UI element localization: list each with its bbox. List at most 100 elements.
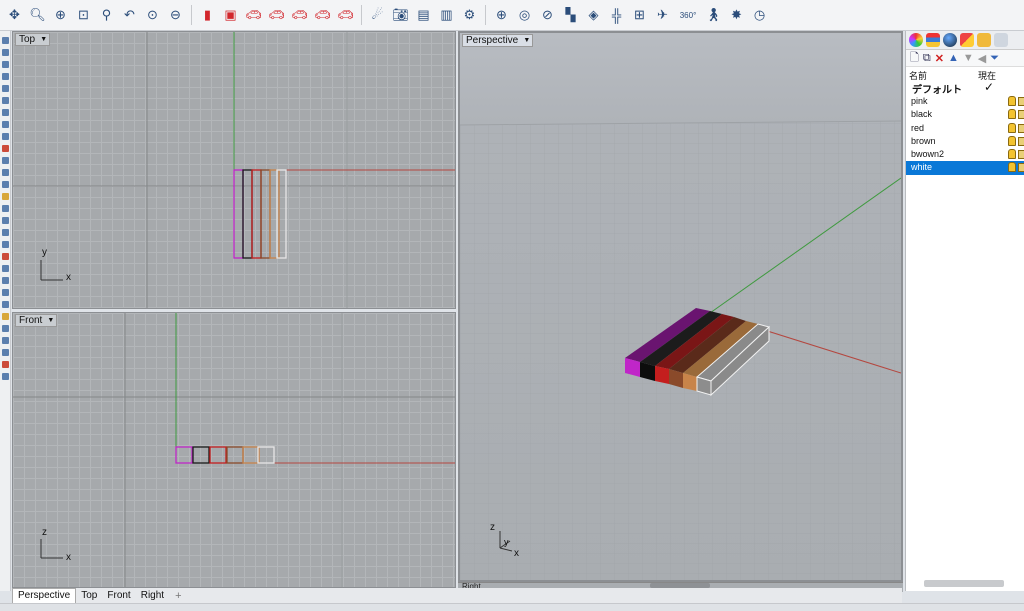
red-bar[interactable] <box>655 366 669 384</box>
brown2-bar[interactable] <box>242 446 260 464</box>
polyline-tool-icon[interactable] <box>1 61 9 68</box>
red-bar[interactable] <box>209 446 227 464</box>
materials-tab-icon[interactable] <box>943 33 957 47</box>
arc-tool-icon[interactable] <box>1 97 9 104</box>
lightbulb-icon[interactable] <box>1008 135 1016 146</box>
car-render-icon-4[interactable]: 🚗︎ <box>289 5 310 26</box>
scale-tool-icon[interactable] <box>1 301 9 308</box>
clock-icon[interactable]: ◷ <box>749 5 770 26</box>
lightbulb-icon[interactable] <box>1008 109 1016 120</box>
tab-top[interactable]: Top <box>76 589 102 603</box>
pink-bar[interactable] <box>175 446 193 464</box>
panel-scrollbar[interactable] <box>924 580 1004 587</box>
camera-icon[interactable]: 📷︎ <box>390 5 411 26</box>
ellipse-tool-icon[interactable] <box>1 109 9 116</box>
save-view-icon[interactable]: ▤ <box>413 5 434 26</box>
cplane-icon[interactable]: ◈ <box>583 5 604 26</box>
layer-row-bwown2[interactable]: bwown2 <box>906 148 1024 161</box>
mirror-tool-icon[interactable] <box>1 313 9 320</box>
chevron-down-icon[interactable]: ▼ <box>47 315 54 326</box>
layer-row-red[interactable]: red <box>906 122 1024 135</box>
rectangle-tool-icon[interactable] <box>1 121 9 128</box>
car-render-icon-1[interactable]: ▣ <box>220 5 241 26</box>
tab-front[interactable]: Front <box>102 589 135 603</box>
surface-tool-icon[interactable] <box>1 145 9 152</box>
zoom-icon[interactable]: 🔍︎ <box>27 5 48 26</box>
folder-tab-icon[interactable] <box>977 33 991 47</box>
zoom-dynamic-icon[interactable]: ⊙ <box>142 5 163 26</box>
lock-icon[interactable] <box>1018 150 1024 160</box>
lock-icon[interactable] <box>1018 163 1024 173</box>
layer-default[interactable]: デフォルト ✓ <box>906 80 1024 96</box>
render-tool-icon[interactable] <box>1 373 9 380</box>
move-down-icon[interactable]: ▼ <box>963 52 974 64</box>
lock-icon[interactable] <box>1018 110 1024 120</box>
curve-tool-icon[interactable] <box>1 73 9 80</box>
walkabout-icon[interactable]: ⊞ <box>629 5 650 26</box>
brown-bar[interactable] <box>226 446 244 464</box>
rotate-tool-icon[interactable] <box>1 289 9 296</box>
target-icon[interactable]: ⊕ <box>491 5 512 26</box>
solid-tool-icon[interactable] <box>1 169 9 176</box>
lightbulb-icon[interactable] <box>1008 149 1016 160</box>
focus-icon[interactable]: ◎ <box>514 5 535 26</box>
viewport-label-perspective[interactable]: Perspective ▼ <box>462 34 534 47</box>
rotate-360-icon[interactable]: 360° <box>675 5 701 26</box>
zoom-extents-icon[interactable]: ⊡ <box>73 5 94 26</box>
layer-row-brown[interactable]: brown <box>906 135 1024 148</box>
red-bar[interactable] <box>251 169 262 259</box>
new-sublayer-icon[interactable]: ⧉ <box>923 52 931 65</box>
add-tab-button[interactable]: + <box>169 590 187 602</box>
viewport-label-front[interactable]: Front ▼ <box>15 314 58 327</box>
display-mode-icon[interactable]: ▮ <box>197 5 218 26</box>
layer-row-pink[interactable]: pink <box>906 95 1024 108</box>
explode-tool-icon[interactable] <box>1 253 9 260</box>
chevron-down-icon[interactable]: ▼ <box>523 35 530 46</box>
copy-tool-icon[interactable] <box>1 277 9 284</box>
car-render-icon-3[interactable]: 🚗︎ <box>266 5 287 26</box>
light-icon[interactable]: ☄ <box>367 5 388 26</box>
point-tool-icon[interactable] <box>1 37 9 44</box>
fillet-tool-icon[interactable] <box>1 193 9 200</box>
line-tool-icon[interactable] <box>1 49 9 56</box>
orbit-icon[interactable]: ✥ <box>4 5 25 26</box>
viewport-label-top[interactable]: Top ▼ <box>15 33 51 46</box>
polygon-tool-icon[interactable] <box>1 133 9 140</box>
move-tool-icon[interactable] <box>1 265 9 272</box>
display-tab-icon[interactable] <box>960 33 974 47</box>
cplane-world-icon[interactable]: ╬ <box>606 5 627 26</box>
text-tool-icon[interactable] <box>1 349 9 356</box>
plane-icon[interactable]: ▚ <box>560 5 581 26</box>
delete-layer-icon[interactable]: ✕ <box>935 52 944 65</box>
split-tool-icon[interactable] <box>1 229 9 236</box>
array-tool-icon[interactable] <box>1 325 9 332</box>
lightbulb-icon[interactable] <box>1008 162 1016 173</box>
circle-tool-icon[interactable] <box>1 85 9 92</box>
extrude-tool-icon[interactable] <box>1 157 9 164</box>
lock-icon[interactable] <box>1018 136 1024 146</box>
analyze-tool-icon[interactable] <box>1 361 9 368</box>
tab-perspective[interactable]: Perspective <box>12 588 77 603</box>
white-bar[interactable] <box>257 446 275 464</box>
undo-view-icon[interactable]: ↶ <box>119 5 140 26</box>
walk-icon[interactable]: 🚶︎ <box>703 5 724 26</box>
new-layer-icon[interactable]: 🗋︎ <box>910 49 919 68</box>
zoom-out-icon[interactable]: ⊖ <box>165 5 186 26</box>
restore-view-icon[interactable]: ▥ <box>436 5 457 26</box>
brown-bar[interactable] <box>260 169 271 259</box>
boolean-tool-icon[interactable] <box>1 205 9 212</box>
move-left-icon[interactable]: ◀ <box>978 52 986 65</box>
layer-row-black[interactable]: black <box>906 108 1024 121</box>
dimension-tool-icon[interactable] <box>1 337 9 344</box>
properties-tab-icon[interactable] <box>909 33 923 47</box>
car-render-icon-5[interactable]: 🚗︎ <box>312 5 333 26</box>
zoom-selected-icon[interactable]: ⚲ <box>96 5 117 26</box>
viewport-front[interactable]: z x Front ▼ <box>12 312 456 588</box>
chevron-down-icon[interactable]: ▼ <box>40 34 47 45</box>
more-tab-icon[interactable] <box>994 33 1008 47</box>
join-tool-icon[interactable] <box>1 241 9 248</box>
black-bar[interactable] <box>242 169 253 259</box>
car-render-icon-6[interactable]: 🚗︎ <box>335 5 356 26</box>
lock-icon[interactable] <box>1018 97 1024 106</box>
viewport-top[interactable]: y x Top ▼ <box>12 31 456 309</box>
